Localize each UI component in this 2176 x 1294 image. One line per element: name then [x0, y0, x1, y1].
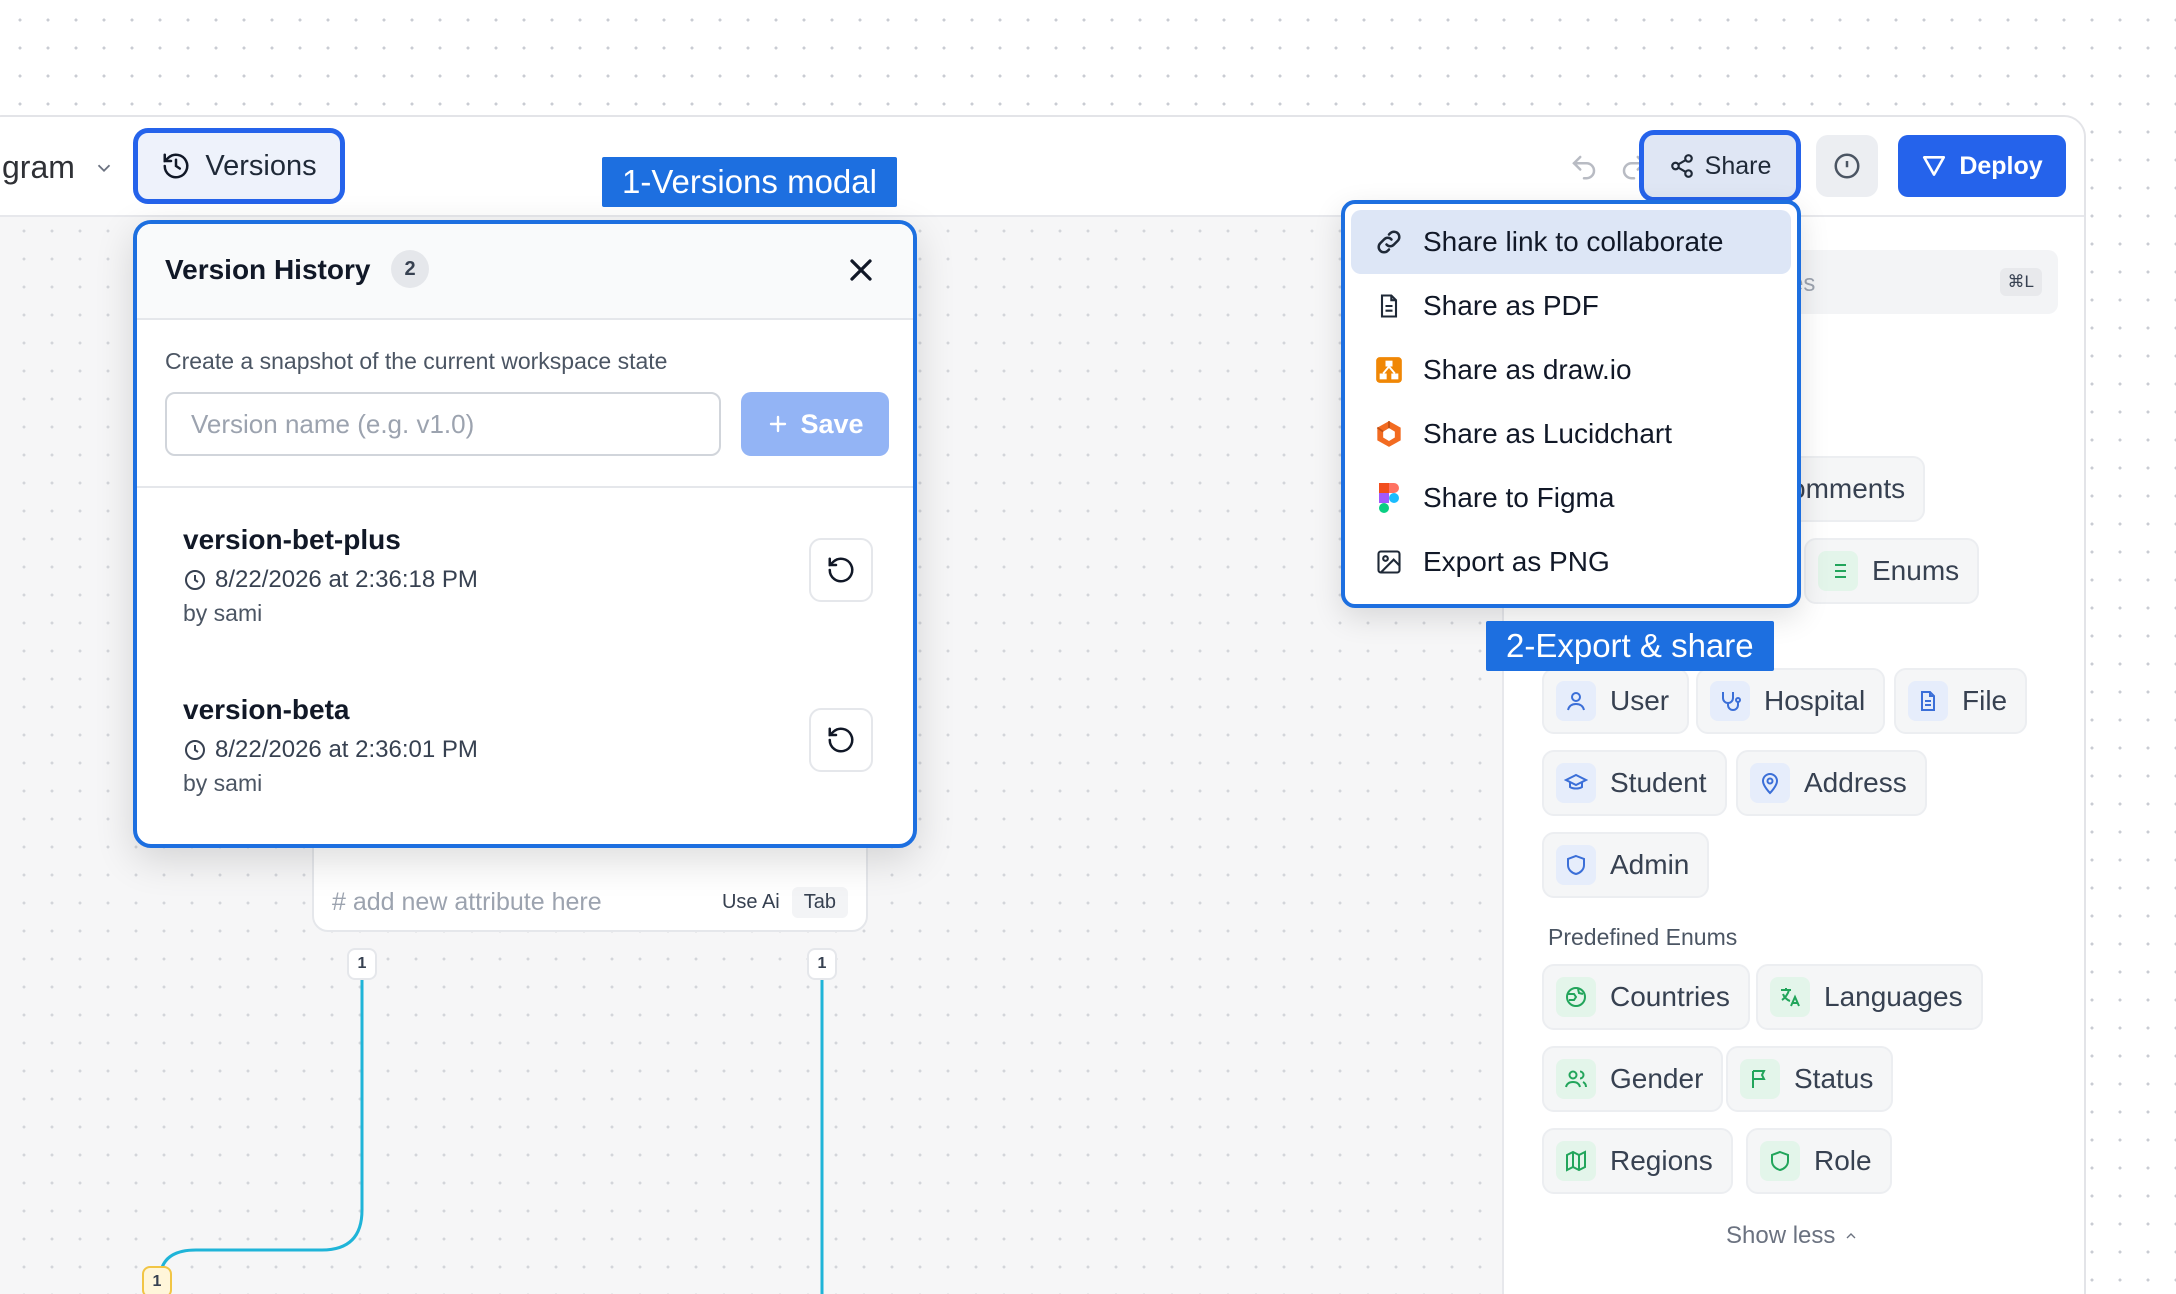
menu-item-label: Share to Figma [1423, 482, 1615, 513]
modal-title: Version History [165, 254, 371, 285]
chevron-up-icon [1846, 1233, 1856, 1239]
menu-item-label: Share as PDF [1423, 290, 1599, 321]
chip-label: Hospital [1764, 685, 1866, 716]
link-icon [1373, 226, 1405, 258]
show-less-toggle[interactable]: Show less [1726, 1222, 1859, 1250]
close-icon [850, 259, 872, 281]
chip-label: omments [1790, 473, 1906, 504]
chip-file[interactable]: File [1894, 668, 2028, 734]
chip-gender[interactable]: Gender [1542, 1046, 1724, 1112]
clock-icon [185, 570, 205, 590]
chip-label: Status [1794, 1063, 1874, 1094]
shield-icon [1556, 845, 1596, 885]
shield-icon [1760, 1141, 1800, 1181]
stethoscope-icon [1710, 681, 1750, 721]
chip-label: Regions [1610, 1145, 1713, 1176]
chip-label: Student [1610, 767, 1707, 798]
restore-icon [828, 557, 854, 583]
restore-version-button[interactable] [809, 708, 873, 772]
chip-label: Admin [1610, 849, 1690, 880]
annotation-versions-modal: 1-Versions modal [602, 157, 897, 207]
chip-label: Role [1814, 1145, 1872, 1176]
search-shortcut: ⌘L [1999, 268, 2042, 296]
menu-item-export-png[interactable]: Export as PNG [1351, 530, 1791, 594]
drawio-icon [1373, 354, 1405, 386]
chip-role[interactable]: Role [1746, 1128, 1892, 1194]
panel-search-input[interactable]: ⌘L [1774, 250, 2058, 314]
user-icon [1556, 681, 1596, 721]
save-label: Save [800, 408, 864, 439]
chip-label: Enums [1872, 555, 1960, 586]
chip-label: Countries [1610, 981, 1730, 1012]
map-icon [1556, 1141, 1596, 1181]
version-count-badge: 2 [391, 250, 429, 288]
connector-port[interactable]: 1 [807, 948, 837, 980]
list-icon [1818, 551, 1858, 591]
chip-label: File [1962, 685, 2008, 716]
chip-admin[interactable]: Admin [1542, 832, 1710, 898]
version-author: by sami [183, 770, 263, 796]
chip-countries[interactable]: Countries [1542, 964, 1750, 1030]
version-list-item: version-bet-plus 8/22/2026 at 2:36:18 PM… [183, 524, 873, 644]
menu-item-share-figma[interactable]: Share to Figma [1351, 466, 1791, 530]
version-list-item: version-beta 8/22/2026 at 2:36:01 PM by … [183, 694, 873, 814]
menu-item-share-drawio[interactable]: Share as draw.io [1351, 338, 1791, 402]
figma-icon [1373, 482, 1405, 514]
chip-label: Languages [1824, 981, 1963, 1012]
version-name: version-beta [183, 694, 350, 725]
menu-item-label: Share as draw.io [1423, 354, 1632, 385]
menu-item-share-link[interactable]: Share link to collaborate [1351, 210, 1791, 274]
version-date: 8/22/2026 at 2:36:01 PM [215, 736, 478, 763]
menu-item-label: Share as Lucidchart [1423, 418, 1673, 449]
image-icon [1373, 546, 1405, 578]
pdf-icon [1373, 290, 1405, 322]
map-pin-icon [1750, 763, 1790, 803]
version-author: by sami [183, 600, 263, 626]
version-date: 8/22/2026 at 2:36:18 PM [215, 566, 478, 593]
restore-icon [828, 727, 854, 753]
menu-item-share-pdf[interactable]: Share as PDF [1351, 274, 1791, 338]
graduation-cap-icon [1556, 763, 1596, 803]
chip-enums[interactable]: Enums [1804, 538, 1980, 604]
version-timestamp: 8/22/2026 at 2:36:18 PM [183, 566, 873, 594]
version-name-input[interactable] [165, 392, 721, 456]
translate-icon [1770, 977, 1810, 1017]
chip-user[interactable]: User [1542, 668, 1690, 734]
chip-label: Address [1804, 767, 1907, 798]
chip-label: User [1610, 685, 1670, 716]
save-version-button[interactable]: Save [741, 392, 889, 456]
version-history-modal: Version History 2 Create a snapshot of t… [133, 220, 917, 848]
modal-divider [137, 486, 913, 488]
chip-status[interactable]: Status [1726, 1046, 1894, 1112]
show-less-label: Show less [1726, 1222, 1836, 1249]
close-button[interactable] [843, 252, 879, 288]
annotation-export-share: 2-Export & share [1486, 621, 1774, 671]
flag-icon [1740, 1059, 1780, 1099]
users-icon [1556, 1059, 1596, 1099]
chip-languages[interactable]: Languages [1756, 964, 1983, 1030]
chip-address[interactable]: Address [1736, 750, 1927, 816]
snapshot-hint: Create a snapshot of the current workspa… [165, 348, 668, 374]
predefined-enums-heading: Predefined Enums [1548, 924, 1738, 950]
globe-icon [1556, 977, 1596, 1017]
lucidchart-icon [1373, 418, 1405, 450]
file-icon [1908, 681, 1948, 721]
connector-port[interactable]: 1 [347, 948, 377, 980]
modal-header: Version History 2 [137, 224, 913, 320]
menu-item-label: Share link to collaborate [1423, 226, 1724, 257]
connector-line-left [158, 960, 364, 1281]
clock-icon [185, 740, 205, 760]
plus-icon [770, 415, 787, 433]
chip-regions[interactable]: Regions [1542, 1128, 1733, 1194]
version-name: version-bet-plus [183, 524, 401, 555]
share-menu: Share link to collaborate Share as PDF S… [1341, 200, 1801, 608]
menu-item-share-lucidchart[interactable]: Share as Lucidchart [1351, 402, 1791, 466]
connector-port[interactable]: 1 [142, 1266, 172, 1294]
restore-version-button[interactable] [809, 538, 873, 602]
menu-item-label: Export as PNG [1423, 546, 1610, 577]
chip-label: Gender [1610, 1063, 1704, 1094]
version-timestamp: 8/22/2026 at 2:36:01 PM [183, 736, 873, 764]
chip-student[interactable]: Student [1542, 750, 1727, 816]
chip-hospital[interactable]: Hospital [1696, 668, 1886, 734]
